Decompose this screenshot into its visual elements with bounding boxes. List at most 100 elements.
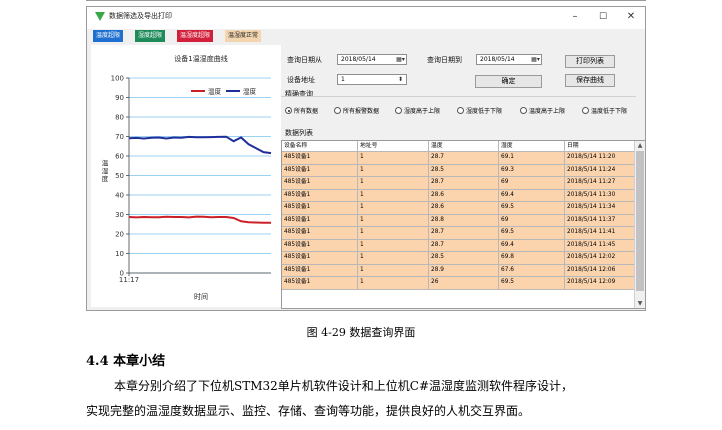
radio-dot (582, 107, 589, 114)
end-date-picker[interactable]: 2018/05/14 ▦▾ (476, 54, 542, 65)
radio-temp-below[interactable]: 温度低于下限 (582, 107, 627, 117)
address-value: 1 (341, 76, 345, 83)
y-axis-label: 湿 (102, 166, 109, 175)
data-table[interactable]: 设备名称 地址号 温度 湿度 日期 485设备1 1 28.7 69.1 2018/5/… (281, 140, 645, 309)
column-header[interactable]: 设备名称 (282, 141, 358, 152)
address-stepper[interactable]: 1 ⬍ (337, 74, 407, 85)
table-cell: 69.4 (499, 189, 565, 202)
section-heading: 4.4 本章小结 (86, 354, 166, 369)
data-table-body: 设备名称 地址号 温度 湿度 日期 485设备1 1 28.7 69.1 2018/5/… (282, 141, 635, 290)
table-cell: 28.7 (429, 239, 499, 252)
table-cell: 28.6 (429, 189, 499, 202)
table-cell: 28.7 (429, 152, 499, 165)
table-cell: 67.6 (499, 264, 565, 277)
table-cell: 1 (358, 164, 429, 177)
y-tick-label: 70 (115, 133, 124, 141)
temperature-humidity-chart: 010203040506070809010011:17设备1温湿度曲线时间温湿度… (102, 54, 272, 301)
status-chip-both-over: 温湿度超限 (177, 30, 214, 42)
table-cell: 1 (358, 264, 429, 277)
column-header[interactable]: 日期 (565, 141, 635, 152)
table-cell: 69.4 (499, 239, 565, 252)
table-row[interactable]: 485设备1 1 28.7 69 2018/5/14 11:27 (282, 177, 635, 190)
table-row[interactable]: 485设备1 1 28.8 69 2018/5/14 11:37 (282, 214, 635, 227)
radio-temp-above[interactable]: 温度高于上限 (520, 107, 565, 117)
table-cell: 28.9 (429, 264, 499, 277)
table-cell: 69.1 (499, 152, 565, 165)
table-row[interactable]: 485设备1 1 28.6 69.4 2018/5/14 11:30 (282, 189, 635, 202)
column-header[interactable]: 湿度 (499, 141, 565, 152)
table-row[interactable]: 485设备1 1 28.5 69.8 2018/5/14 12:02 (282, 252, 635, 265)
table-cell: 2018/5/14 11:24 (565, 164, 635, 177)
table-cell: 69 (499, 177, 565, 190)
y-tick-label: 100 (111, 75, 124, 83)
table-row[interactable]: 485设备1 1 28.7 69.4 2018/5/14 11:45 (282, 239, 635, 252)
scroll-thumb[interactable] (636, 151, 644, 291)
y-tick-label: 80 (115, 114, 124, 122)
table-row[interactable]: 485设备1 1 28.5 69.3 2018/5/14 11:24 (282, 164, 635, 177)
table-cell: 1 (358, 227, 429, 240)
table-row[interactable]: 485设备1 1 28.6 69.5 2018/5/14 11:34 (282, 202, 635, 215)
maximize-button[interactable]: ☐ (593, 10, 613, 24)
table-cell: 485设备1 (282, 164, 358, 177)
table-cell: 28.7 (429, 177, 499, 190)
confirm-button[interactable]: 确定 (475, 75, 542, 88)
radio-humidity-above[interactable]: 湿度高于上限 (395, 107, 440, 117)
column-header[interactable]: 地址号 (358, 141, 429, 152)
paragraph-line-1: 本章分别介绍了下位机STM32单片机软件设计和上位机C#温湿度监测软件程序设计， (114, 379, 574, 393)
table-cell: 1 (358, 214, 429, 227)
start-date-picker[interactable]: 2018/05/14 ▦▾ (337, 54, 407, 65)
table-cell: 485设备1 (282, 252, 358, 265)
table-cell: 28.5 (429, 252, 499, 265)
data-list-label: 数据列表 (285, 129, 313, 137)
table-cell: 69.8 (499, 252, 565, 265)
table-cell: 28.8 (429, 214, 499, 227)
close-button[interactable]: ✕ (621, 10, 641, 24)
filter-icon (95, 12, 105, 21)
y-tick-label: 10 (115, 250, 124, 258)
table-cell: 69.5 (499, 277, 565, 290)
y-tick-label: 50 (115, 172, 124, 180)
y-tick-label: 20 (115, 231, 124, 239)
calendar-dropdown-icon[interactable]: ▦▾ (396, 56, 405, 63)
radio-humidity-below[interactable]: 湿度低于下限 (457, 107, 502, 117)
table-row[interactable]: 485设备1 1 26 69.5 2018/5/14 12:09 (282, 277, 635, 290)
radio-all-data[interactable]: 所有数据 (285, 107, 318, 117)
table-cell: 485设备1 (282, 277, 358, 290)
table-cell: 28.6 (429, 202, 499, 215)
scroll-up-icon[interactable]: ▲ (635, 141, 645, 150)
series-line-0 (128, 215, 271, 224)
table-row[interactable]: 485设备1 1 28.7 69.5 2018/5/14 11:41 (282, 227, 635, 240)
table-row[interactable]: 485设备1 1 28.7 69.1 2018/5/14 11:20 (282, 152, 635, 165)
table-row[interactable]: 485设备1 1 28.9 67.6 2018/5/14 12:06 (282, 264, 635, 277)
x-axis-label: 时间 (194, 292, 208, 301)
table-cell: 2018/5/14 11:27 (565, 177, 635, 190)
chart-title: 设备1温湿度曲线 (174, 54, 227, 63)
table-cell: 1 (358, 277, 429, 290)
chart-panel: 0 10 20 30 40 50 60 70 80 90 100 11:17 设备1温湿度曲线 时间温湿度… (91, 45, 281, 307)
stepper-arrows-icon[interactable]: ⬍ (396, 76, 405, 83)
table-cell: 485设备1 (282, 239, 358, 252)
y-tick-label: 90 (115, 94, 124, 102)
column-header[interactable]: 温度 (429, 141, 499, 152)
y-axis-label: 度 (102, 174, 109, 183)
status-chip-humidity-over: 湿度超限 (135, 30, 166, 42)
table-cell: 485设备1 (282, 189, 358, 202)
radio-all-alarms[interactable]: 所有报警数据 (334, 107, 379, 117)
table-cell: 2018/5/14 12:06 (565, 264, 635, 277)
table-cell: 485设备1 (282, 177, 358, 190)
y-axis-label: 温 (102, 158, 109, 167)
end-date-label: 查询日期到 (427, 56, 462, 64)
calendar-dropdown-icon[interactable]: ▦▾ (531, 56, 540, 63)
save-curve-button[interactable]: 保存曲线 (565, 74, 615, 87)
table-scrollbar[interactable]: ▲ ▼ (634, 141, 645, 308)
radio-dot (457, 107, 464, 114)
start-date-value: 2018/05/14 (341, 56, 376, 63)
scroll-down-icon[interactable]: ▼ (635, 299, 645, 308)
y-tick-label: 60 (115, 153, 124, 161)
print-list-button[interactable]: 打印列表 (565, 55, 615, 68)
minimize-button[interactable]: – (565, 10, 585, 24)
table-cell: 1 (358, 239, 429, 252)
window-title: 数据筛选及导出打印 (109, 12, 172, 20)
table-cell: 2018/5/14 12:02 (565, 252, 635, 265)
table-cell: 485设备1 (282, 264, 358, 277)
